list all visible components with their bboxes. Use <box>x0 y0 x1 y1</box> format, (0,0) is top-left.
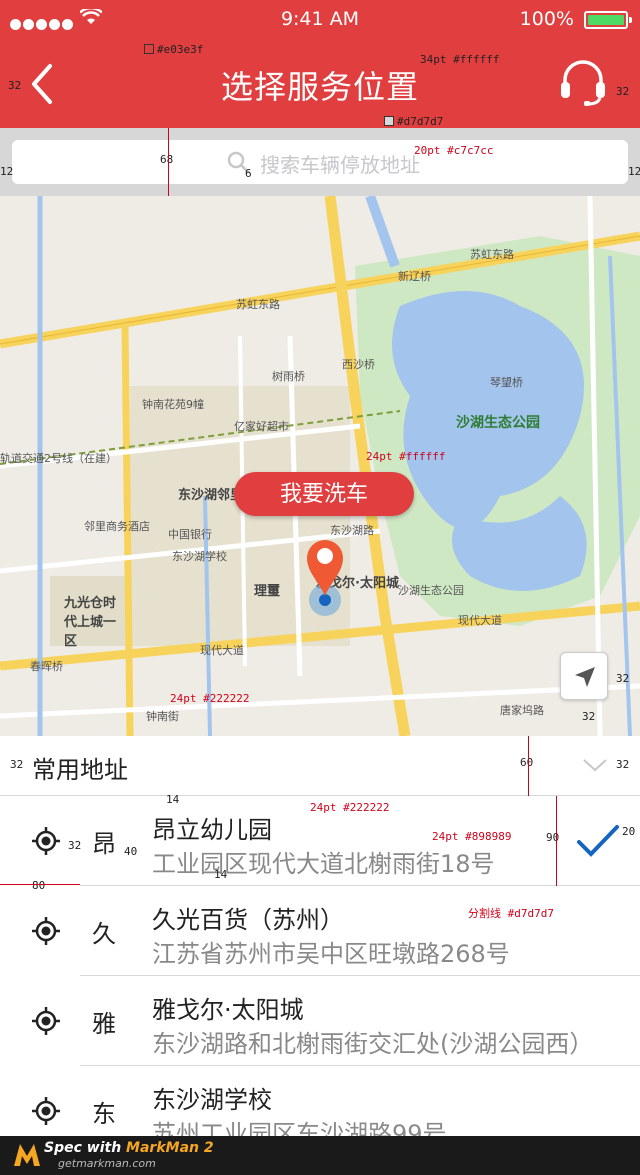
spec-measure: 68 <box>160 153 174 166</box>
address-detail: 江苏省苏州市吴中区旺墩路268号 <box>152 940 510 968</box>
locate-button[interactable] <box>560 652 608 700</box>
location-target-icon <box>32 827 60 855</box>
navigation-bar: 9:41 AM 100% 选择服务位置 <box>0 0 640 128</box>
customer-service-icon[interactable] <box>558 58 608 106</box>
spec-line <box>0 884 80 885</box>
chevron-down-icon[interactable] <box>582 758 608 772</box>
map-label: 唐家坞路 <box>500 704 544 717</box>
spec-measure: 32 <box>10 758 24 771</box>
address-initial: 昂 <box>92 830 116 858</box>
map-label: 现代大道 <box>458 614 502 627</box>
battery-percent: 100% <box>519 8 574 30</box>
spec-measure: 32 <box>582 710 596 723</box>
spec-measure: 32 <box>616 758 630 771</box>
address-name: 昂立幼儿园 <box>152 816 272 844</box>
common-address-title: 常用地址 <box>32 756 128 784</box>
spec-measure: 12 <box>0 165 14 178</box>
spec-measure: 12 <box>628 165 640 178</box>
address-detail: 东沙湖路和北榭雨街交汇处(沙湖公园西） <box>152 1030 594 1058</box>
spec-measure: 40 <box>124 845 138 858</box>
address-name: 东沙湖学校 <box>152 1086 272 1114</box>
map-label: 树雨桥 <box>272 370 305 383</box>
spec-annotation: 24pt #222222 <box>310 801 390 814</box>
map-label: 九光仓时代上城一区 <box>64 596 117 649</box>
map-label: 苏虹东路 <box>236 298 280 311</box>
search-placeholder: 搜索车辆停放地址 <box>260 153 420 177</box>
footer-brand: Spec with MarkMan 2 <box>44 1140 214 1156</box>
address-detail: 工业园区现代大道北榭雨街18号 <box>152 850 495 878</box>
footer-url: getmarkman.com <box>58 1157 156 1170</box>
map-label: 邻里商务酒店 <box>84 520 150 533</box>
spec-measure: 20 <box>622 825 636 838</box>
list-item[interactable]: 雅 雅戈尔·太阳城 东沙湖路和北榭雨街交汇处(沙湖公园西） <box>0 976 640 1066</box>
map-label: 沙湖生态公园 <box>398 584 464 597</box>
wash-car-button[interactable]: 我要洗车 <box>234 472 414 516</box>
spec-measure: 32 <box>8 79 22 92</box>
spec-annotation: #e03e3f <box>144 44 203 55</box>
map-label: 理璽 <box>254 584 281 599</box>
spec-measure: 6 <box>245 167 252 180</box>
map-view[interactable]: 苏虹东路 苏虹东路 新辽桥 琴望桥 西沙桥 树雨桥 钟南花苑9幢 亿家好超市 沙… <box>0 196 640 736</box>
spec-measure: 90 <box>546 831 560 844</box>
battery-icon <box>584 11 632 29</box>
location-pin-icon[interactable] <box>303 536 347 616</box>
map-label: 东沙湖学校 <box>172 550 227 563</box>
page-title: 选择服务位置 <box>220 68 419 106</box>
map-background <box>0 196 640 736</box>
spec-annotation: #d7d7d7 <box>384 116 443 127</box>
markman-logo-icon <box>14 1144 40 1166</box>
map-label: 琴望桥 <box>490 376 523 389</box>
spec-annotation: 24pt #222222 <box>170 692 250 705</box>
location-target-icon <box>32 917 60 945</box>
navigation-arrow-icon <box>575 667 595 687</box>
map-label: 钟南街 <box>146 710 179 723</box>
search-input[interactable]: 搜索车辆停放地址 <box>12 140 628 184</box>
map-label: 西沙桥 <box>342 358 375 371</box>
address-initial: 雅 <box>92 1010 116 1038</box>
address-name: 久光百货（苏州） <box>152 906 344 934</box>
status-bar: 9:41 AM 100% <box>0 0 640 40</box>
spec-measure: 14 <box>214 868 228 881</box>
map-label: 沙湖生态公园 <box>456 415 540 431</box>
common-address-header[interactable]: 常用地址 <box>0 736 640 796</box>
address-initial: 久 <box>92 920 116 948</box>
map-label: 现代大道 <box>200 644 244 657</box>
spec-annotation: 24pt #898989 <box>432 830 512 843</box>
address-list: 昂 昂立幼儿园 工业园区现代大道北榭雨街18号 久 久光百货（苏州） 江苏省苏州… <box>0 796 640 1156</box>
spec-measure: 32 <box>616 672 630 685</box>
address-initial: 东 <box>92 1100 116 1128</box>
spec-annotation: 34pt #ffffff <box>420 53 500 66</box>
spec-annotation: 20pt #c7c7cc <box>414 144 494 157</box>
spec-measure: 14 <box>166 793 180 806</box>
spec-annotation: 24pt #ffffff <box>366 450 446 463</box>
location-target-icon <box>32 1097 60 1125</box>
spec-measure: 60 <box>520 756 534 769</box>
checkmark-icon <box>577 825 619 857</box>
map-label: 亿家好超市 <box>234 420 289 433</box>
map-label: 苏虹东路 <box>470 248 514 261</box>
map-label: 钟南花苑9幢 <box>142 398 204 411</box>
spec-line <box>556 796 557 886</box>
search-bar-container: 搜索车辆停放地址 <box>0 128 640 196</box>
spec-line <box>168 128 169 196</box>
spec-measure: 80 <box>32 879 46 892</box>
spec-line <box>528 736 529 796</box>
map-label: 轨道交通2号线（在建） <box>0 452 117 465</box>
location-target-icon <box>32 1007 60 1035</box>
map-label: 中国银行 <box>168 528 212 541</box>
map-label: 新辽桥 <box>398 270 431 283</box>
spec-measure: 32 <box>68 839 82 852</box>
list-item[interactable]: 久 久光百货（苏州） 江苏省苏州市吴中区旺墩路268号 <box>0 886 640 976</box>
spec-measure: 32 <box>616 85 630 98</box>
spec-annotation: 分割线 #d7d7d7 <box>468 907 554 920</box>
address-name: 雅戈尔·太阳城 <box>152 996 304 1024</box>
map-label: 春晖桥 <box>30 660 63 673</box>
markman-footer: Spec with MarkMan 2 getmarkman.com <box>0 1136 640 1175</box>
